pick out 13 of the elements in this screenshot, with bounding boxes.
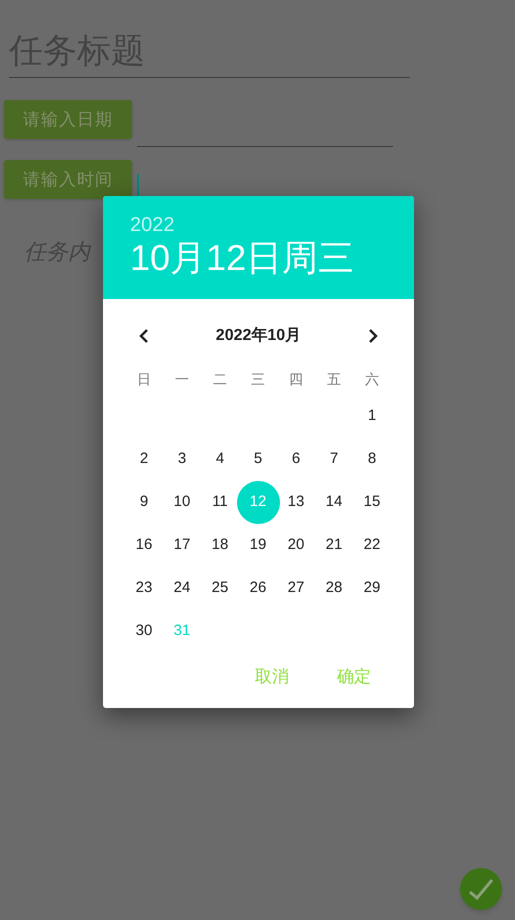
check-icon bbox=[468, 878, 494, 900]
day-cell[interactable]: 1 bbox=[350, 395, 394, 438]
weekday-label: 五 bbox=[327, 370, 341, 388]
weekday-label: 日 bbox=[137, 370, 151, 388]
weekday-label: 一 bbox=[175, 370, 189, 388]
month-label: 2022年10月 bbox=[216, 326, 302, 346]
chevron-right-icon bbox=[366, 328, 379, 344]
text-cursor bbox=[137, 174, 139, 196]
weekday-label: 六 bbox=[365, 370, 379, 388]
weekday-label: 四 bbox=[289, 370, 303, 388]
weekday-label: 二 bbox=[213, 370, 227, 388]
weekday-label: 三 bbox=[251, 370, 265, 388]
chevron-left-icon bbox=[138, 328, 150, 344]
